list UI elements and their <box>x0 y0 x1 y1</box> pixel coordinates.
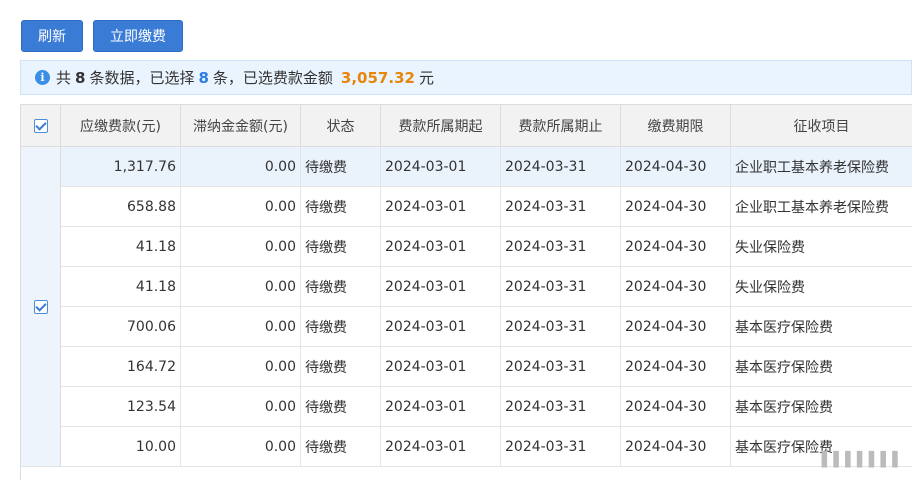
amount-due-cell: 164.72 <box>61 347 181 386</box>
select-all-checkbox[interactable] <box>33 118 48 133</box>
due-date-cell: 2024-04-30 <box>621 227 731 266</box>
merged-select-cell <box>21 147 61 467</box>
late-fee-cell: 0.00 <box>181 427 301 466</box>
pay-now-button[interactable]: 立即缴费 <box>93 20 183 52</box>
period-end-cell: 2024-03-31 <box>501 267 621 306</box>
late-fee-cell: 0.00 <box>181 347 301 386</box>
column-header[interactable]: 费款所属期止 <box>501 105 621 146</box>
period-end-cell: 2024-03-31 <box>501 147 621 186</box>
table-row[interactable]: 700.06 0.00 待缴费 2024-03-01 2024-03-31 2024-04… <box>61 307 912 347</box>
summary-prefix: 共 <box>56 69 72 87</box>
selected-count: 8 <box>198 68 209 87</box>
column-header[interactable]: 征收项目 <box>731 105 912 146</box>
period-start-cell: 2024-03-01 <box>381 267 501 306</box>
refresh-button[interactable]: 刷新 <box>21 20 83 52</box>
due-date-cell: 2024-04-30 <box>621 387 731 426</box>
select-all-cell <box>21 105 61 146</box>
table-row[interactable]: 10.00 0.00 待缴费 2024-03-01 2024-03-31 2024-04-… <box>61 427 912 467</box>
period-start-cell: 2024-03-01 <box>381 147 501 186</box>
status-cell: 待缴费 <box>301 147 381 186</box>
late-fee-cell: 0.00 <box>181 147 301 186</box>
status-cell: 待缴费 <box>301 227 381 266</box>
amount-due-cell: 123.54 <box>61 387 181 426</box>
period-end-cell: 2024-03-31 <box>501 387 621 426</box>
late-fee-cell: 0.00 <box>181 267 301 306</box>
levy-item-cell: 基本医疗保险费 <box>731 307 912 346</box>
table-row[interactable]: 41.18 0.00 待缴费 2024-03-01 2024-03-31 2024-04-… <box>61 227 912 267</box>
amount-due-cell: 41.18 <box>61 227 181 266</box>
due-date-cell: 2024-04-30 <box>621 187 731 226</box>
period-end-cell: 2024-03-31 <box>501 347 621 386</box>
table-row[interactable]: 1,317.76 0.00 待缴费 2024-03-01 2024-03-31 2024-… <box>61 147 912 187</box>
table-body: 1,317.76 0.00 待缴费 2024-03-01 2024-03-31 2024-… <box>61 147 912 467</box>
levy-item-cell: 基本医疗保险费 <box>731 387 912 426</box>
due-date-cell: 2024-04-30 <box>621 347 731 386</box>
period-start-cell: 2024-03-01 <box>381 387 501 426</box>
column-header[interactable]: 应缴费款(元) <box>61 105 181 146</box>
levy-item-cell: 失业保险费 <box>731 267 912 306</box>
info-icon: i <box>35 70 50 85</box>
column-header[interactable]: 缴费期限 <box>621 105 731 146</box>
table-row[interactable]: 658.88 0.00 待缴费 2024-03-01 2024-03-31 2024-04… <box>61 187 912 227</box>
selection-summary: i 共 8 条数据，已选择 8 条，已选费款金额 3,057.32 元 <box>20 60 912 95</box>
levy-item-cell: 企业职工基本养老保险费 <box>731 187 912 226</box>
selected-amount: 3,057.32 <box>340 68 415 87</box>
late-fee-cell: 0.00 <box>181 307 301 346</box>
amount-due-cell: 41.18 <box>61 267 181 306</box>
due-date-cell: 2024-04-30 <box>621 307 731 346</box>
late-fee-cell: 0.00 <box>181 187 301 226</box>
total-count: 8 <box>75 68 86 87</box>
period-end-cell: 2024-03-31 <box>501 307 621 346</box>
status-cell: 待缴费 <box>301 347 381 386</box>
period-end-cell: 2024-03-31 <box>501 187 621 226</box>
due-date-cell: 2024-04-30 <box>621 147 731 186</box>
watermark: ▌▌▌▌▌▌▌ <box>821 452 904 468</box>
column-header[interactable]: 费款所属期起 <box>381 105 501 146</box>
status-cell: 待缴费 <box>301 307 381 346</box>
amount-due-cell: 658.88 <box>61 187 181 226</box>
status-cell: 待缴费 <box>301 387 381 426</box>
group-checkbox[interactable] <box>33 299 48 314</box>
period-start-cell: 2024-03-01 <box>381 347 501 386</box>
table-row[interactable]: 123.54 0.00 待缴费 2024-03-01 2024-03-31 2024-04… <box>61 387 912 427</box>
levy-item-cell: 基本医疗保险费 <box>731 347 912 386</box>
amount-due-cell: 1,317.76 <box>61 147 181 186</box>
status-cell: 待缴费 <box>301 187 381 226</box>
column-header[interactable]: 滞纳金金额(元) <box>181 105 301 146</box>
summary-mid2: 条，已选费款金额 <box>212 69 333 87</box>
due-date-cell: 2024-04-30 <box>621 267 731 306</box>
due-date-cell: 2024-04-30 <box>621 427 731 466</box>
late-fee-cell: 0.00 <box>181 387 301 426</box>
column-header[interactable]: 状态 <box>301 105 381 146</box>
status-cell: 待缴费 <box>301 427 381 466</box>
levy-item-cell: 失业保险费 <box>731 227 912 266</box>
table-row[interactable]: 164.72 0.00 待缴费 2024-03-01 2024-03-31 2024-04… <box>61 347 912 387</box>
period-start-cell: 2024-03-01 <box>381 307 501 346</box>
table-row[interactable]: 41.18 0.00 待缴费 2024-03-01 2024-03-31 2024-04-… <box>61 267 912 307</box>
period-start-cell: 2024-03-01 <box>381 427 501 466</box>
period-end-cell: 2024-03-31 <box>501 227 621 266</box>
table-header: 应缴费款(元) 滞纳金金额(元) 状态 费款所属期起 费款所属期止 缴费期限 征… <box>21 105 912 147</box>
summary-mid: 条数据，已选择 <box>89 69 195 87</box>
period-start-cell: 2024-03-01 <box>381 187 501 226</box>
toolbar: 刷新 立即缴费 <box>21 20 183 52</box>
levy-item-cell: 企业职工基本养老保险费 <box>731 147 912 186</box>
period-start-cell: 2024-03-01 <box>381 227 501 266</box>
amount-unit: 元 <box>418 69 434 87</box>
amount-due-cell: 10.00 <box>61 427 181 466</box>
amount-due-cell: 700.06 <box>61 307 181 346</box>
status-cell: 待缴费 <box>301 267 381 306</box>
fee-table: 应缴费款(元) 滞纳金金额(元) 状态 费款所属期起 费款所属期止 缴费期限 征… <box>20 104 912 480</box>
late-fee-cell: 0.00 <box>181 227 301 266</box>
period-end-cell: 2024-03-31 <box>501 427 621 466</box>
